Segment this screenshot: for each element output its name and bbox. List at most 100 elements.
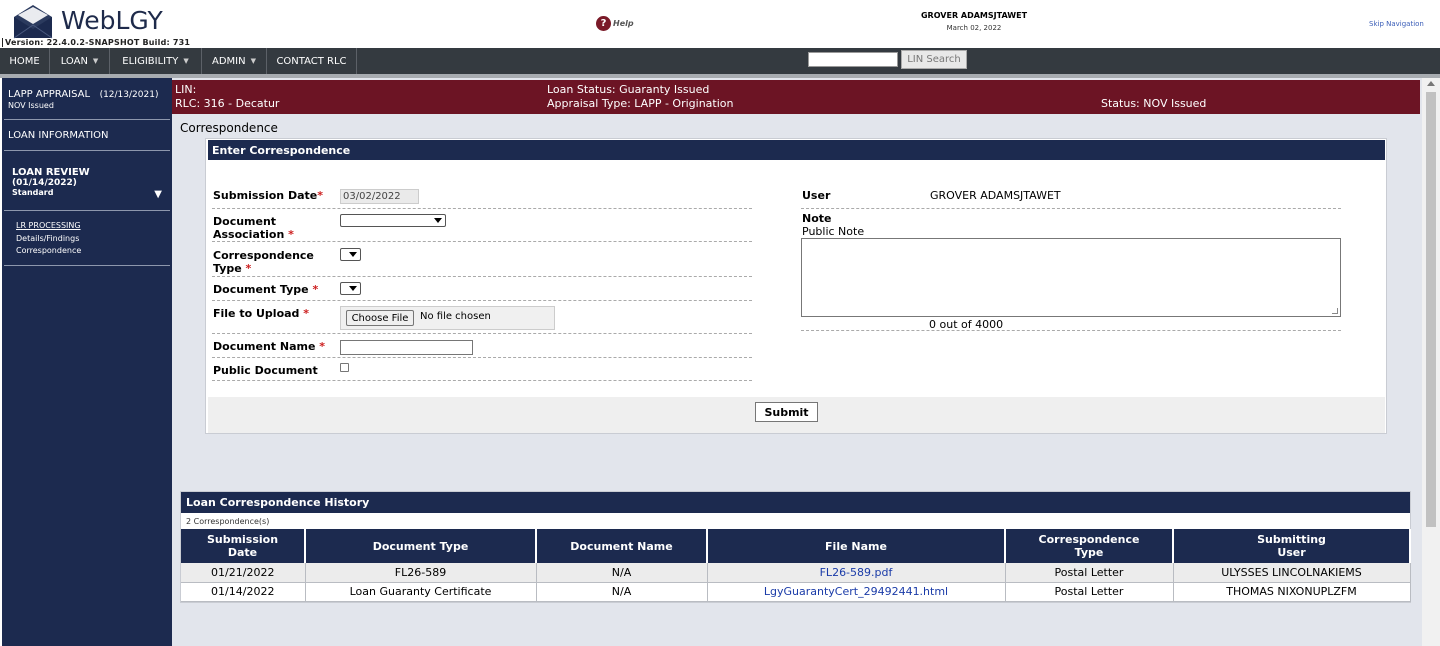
loan-review-date: (01/14/2022) <box>12 178 77 188</box>
version-label: Version: 22.4.0.2-SNAPSHOT Build: 731 <box>2 38 190 47</box>
panel-header: Enter Correspondence <box>208 140 1385 160</box>
correspondence-type-label: Correspondence Type * <box>213 249 314 275</box>
cell-correspondence-type: Postal Letter <box>1005 563 1174 583</box>
public-note-label: Public Note <box>802 225 865 238</box>
document-association-row: Document Association * <box>212 209 752 242</box>
col-file-name[interactable]: File Name <box>707 529 1006 563</box>
chevron-down-icon[interactable] <box>349 286 357 291</box>
scrollbar-thumb[interactable] <box>1426 92 1436 527</box>
user-value: GROVER ADAMSJTAWET <box>930 189 1061 202</box>
document-type-row: Document Type * <box>212 277 752 301</box>
main-nav: HOME LOAN ▼ ELIGIBILITY ▼ ADMIN ▼ CONTACT R… <box>0 48 1440 74</box>
help-question-icon[interactable]: ? <box>596 16 611 31</box>
chevron-down-icon[interactable] <box>434 218 442 223</box>
page-scrollbar[interactable] <box>1422 78 1440 646</box>
history-count: 2 Correspondence(s) <box>186 517 270 526</box>
col-document-name[interactable]: Document Name <box>536 529 708 563</box>
col-submission-date[interactable]: Submission Date <box>181 529 306 563</box>
cell-correspondence-type: Postal Letter <box>1005 582 1174 602</box>
history-header: Loan Correspondence History <box>181 492 1410 513</box>
choose-file-button[interactable]: Choose File <box>346 310 414 326</box>
skip-navigation-link[interactable]: Skip Navigation <box>1369 20 1424 28</box>
cell-submission-date: 01/21/2022 <box>181 563 306 583</box>
cell-submitting-user: THOMAS NIXONUPLZFM <box>1173 582 1411 602</box>
loan-status-banner: LIN: RLC: 316 - Decatur Loan Status: Gua… <box>172 80 1420 114</box>
appraisal-date[interactable]: (12/13/2021) <box>100 90 159 100</box>
current-user-name: GROVER ADAMSJTAWET <box>920 11 1028 20</box>
sidebar-item-appraisal[interactable]: LAPP APPRAISAL (12/13/2021) NOV Issued <box>4 78 170 120</box>
chevron-down-icon[interactable]: ▼ <box>251 57 256 65</box>
loan-review-sublinks: LR PROCESSING Details/Findings Correspon… <box>4 211 170 266</box>
help-label[interactable]: Help <box>613 19 634 28</box>
public-note-textarea[interactable] <box>801 238 1341 317</box>
nav-eligibility[interactable]: ELIGIBILITY ▼ <box>110 48 202 74</box>
col-correspondence-type[interactable]: Correspondence Type <box>1005 529 1174 563</box>
user-row: User GROVER ADAMSJTAWET <box>801 185 1341 209</box>
note-label: Note <box>802 212 832 225</box>
envelope-logo-icon <box>13 5 53 39</box>
cell-document-type: Loan Guaranty Certificate <box>305 582 537 602</box>
main-content: LIN: RLC: 316 - Decatur Loan Status: Gua… <box>172 78 1422 646</box>
page-title: Correspondence <box>180 121 278 135</box>
cell-submission-date: 01/14/2022 <box>181 582 306 602</box>
note-character-count: 0 out of 4000 <box>929 318 1004 331</box>
chevron-down-icon[interactable]: ▼ <box>93 57 98 65</box>
history-table-header-row: Submission Date Document Type Document Na… <box>181 529 1411 563</box>
sidebar-link-correspondence[interactable]: Correspondence <box>16 245 170 258</box>
submission-date-label: Submission Date* <box>213 189 323 202</box>
cell-document-type: FL26-589 <box>305 563 537 583</box>
public-document-label: Public Document <box>213 364 318 377</box>
cell-document-name: N/A <box>536 582 708 602</box>
current-date: March 02, 2022 <box>946 24 1002 32</box>
submit-button[interactable]: Submit <box>755 402 818 422</box>
sidebar: LAPP APPRAISAL (12/13/2021) NOV Issued L… <box>0 78 172 646</box>
cell-document-name: N/A <box>536 563 708 583</box>
banner-appraisal-type: Appraisal Type: LAPP - Origination <box>547 97 734 110</box>
col-submitting-user[interactable]: Submitting User <box>1173 529 1411 563</box>
document-association-label: Document Association * <box>213 215 294 241</box>
public-document-row: Public Document <box>212 358 752 381</box>
nav-contact-rlc[interactable]: CONTACT RLC <box>267 48 357 74</box>
nav-admin[interactable]: ADMIN ▼ <box>202 48 267 74</box>
appraisal-title[interactable]: LAPP APPRAISAL <box>8 89 90 100</box>
correspondence-history-panel: Loan Correspondence History 2 Correspond… <box>180 491 1411 603</box>
correspondence-type-row: Correspondence Type * <box>212 242 752 277</box>
nav-loan[interactable]: LOAN ▼ <box>50 48 110 74</box>
lin-search-button[interactable]: LIN Search <box>901 50 967 69</box>
document-name-input[interactable] <box>340 340 473 355</box>
app-logo-text: WebLGY <box>61 6 163 35</box>
chevron-down-icon[interactable] <box>349 252 357 257</box>
cell-file-name-link[interactable]: FL26-589.pdf <box>707 563 1006 583</box>
scroll-up-arrow-icon[interactable] <box>1427 81 1435 86</box>
note-row: Note Public Note 0 out of 4000 <box>801 209 1341 331</box>
file-upload-row: File to Upload * Choose File No file cho… <box>212 301 752 334</box>
document-type-select[interactable] <box>340 282 361 295</box>
chevron-down-icon[interactable]: ▼ <box>183 57 188 65</box>
public-document-checkbox[interactable] <box>340 363 349 372</box>
sidebar-item-loan-information[interactable]: LOAN INFORMATION <box>4 120 170 151</box>
triangle-down-icon[interactable]: ▼ <box>154 189 162 200</box>
lin-search-input[interactable] <box>808 52 898 67</box>
cell-submitting-user: ULYSSES LINCOLNAKIEMS <box>1173 563 1411 583</box>
correspondence-type-select[interactable] <box>340 248 361 261</box>
document-name-label: Document Name * <box>213 340 326 353</box>
no-file-chosen-text: No file chosen <box>420 311 491 322</box>
user-label: User <box>802 189 831 202</box>
app-header: WebLGY Version: 22.4.0.2-SNAPSHOT Build:… <box>0 0 1440 48</box>
cell-file-name-link[interactable]: LgyGuarantyCert_29492441.html <box>707 582 1006 602</box>
sidebar-link-details-findings[interactable]: Details/Findings <box>16 233 170 246</box>
resize-handle-icon[interactable] <box>1332 308 1338 314</box>
table-row: 01/14/2022 Loan Guaranty Certificate N/A… <box>181 582 1411 602</box>
enter-correspondence-panel: Enter Correspondence Submission Date* 03… <box>205 138 1387 434</box>
nav-home[interactable]: HOME <box>0 48 50 74</box>
document-association-select[interactable] <box>340 214 446 227</box>
loan-review-title[interactable]: LOAN REVIEW <box>12 167 170 178</box>
help-link[interactable]: ? Help <box>596 16 634 31</box>
banner-status: Status: NOV Issued <box>1101 97 1207 110</box>
file-upload-control: Choose File No file chosen <box>340 306 555 330</box>
submission-date-field: 03/02/2022 <box>340 189 419 204</box>
sidebar-link-lr-processing[interactable]: LR PROCESSING <box>16 220 170 233</box>
banner-lin: LIN: <box>175 83 197 96</box>
sidebar-item-loan-review[interactable]: LOAN REVIEW (01/14/2022) Standard ▼ <box>4 151 170 211</box>
col-document-type[interactable]: Document Type <box>305 529 537 563</box>
